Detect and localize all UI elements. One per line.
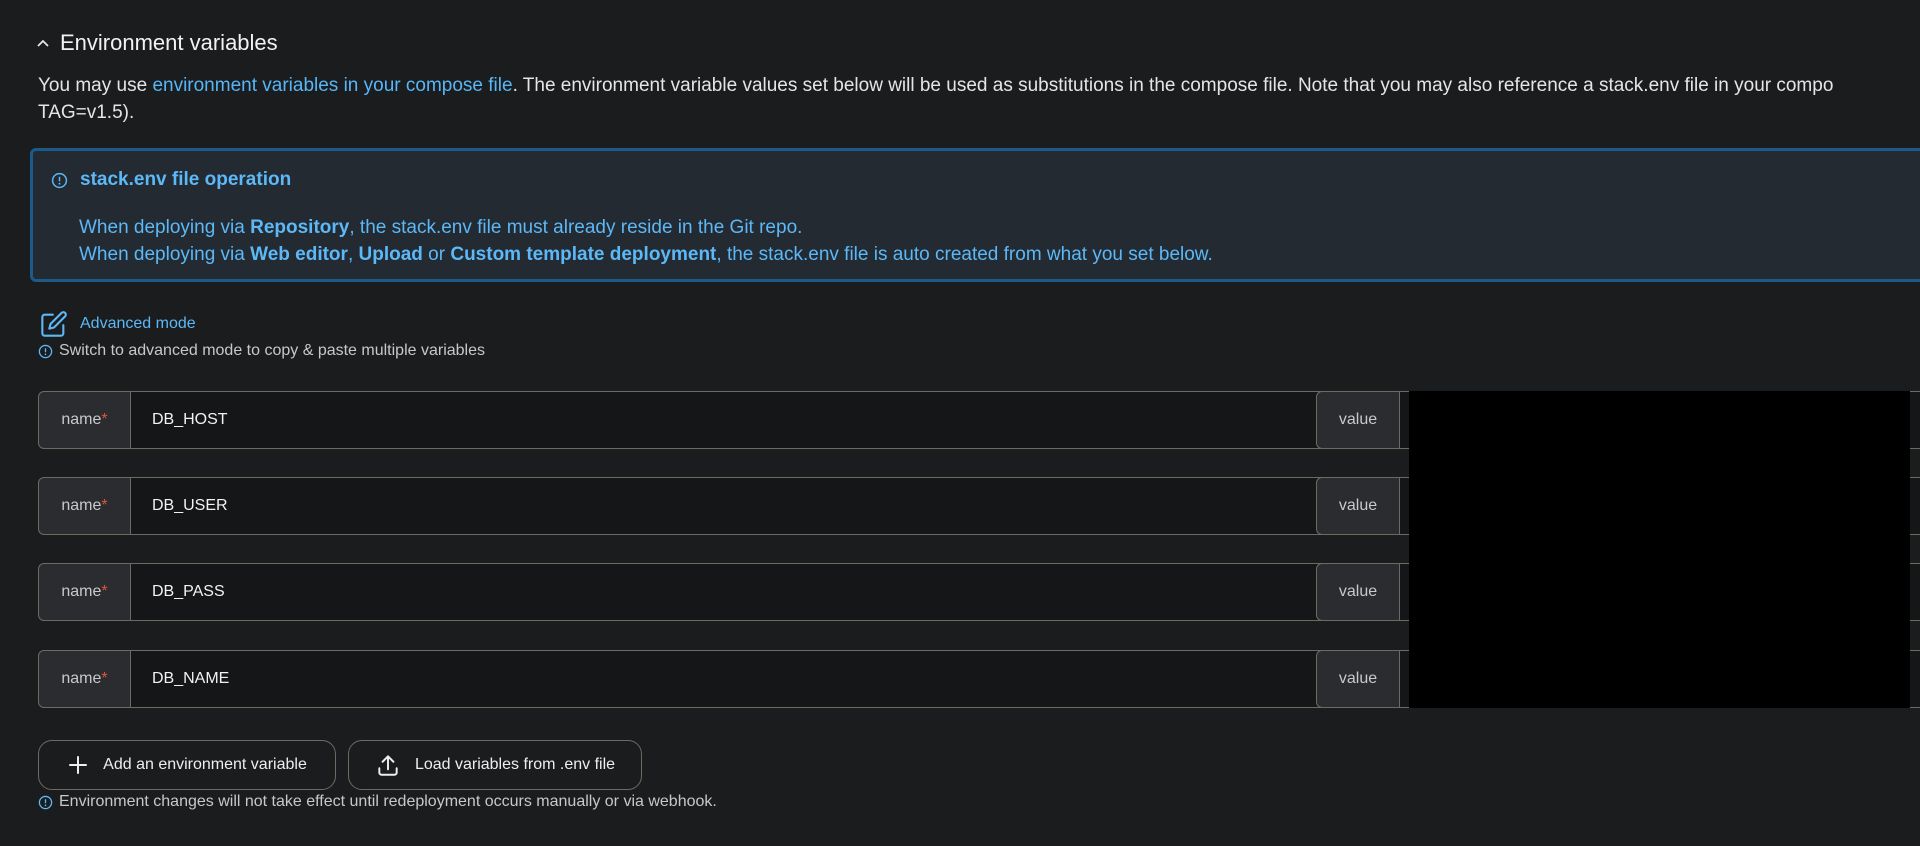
- value-addon: value: [1316, 650, 1400, 708]
- value-addon: value: [1316, 563, 1400, 621]
- advanced-mode-label: Advanced mode: [80, 315, 196, 332]
- env-name-input[interactable]: [130, 391, 1343, 449]
- section-header-environment-variables[interactable]: Environment variables: [36, 30, 278, 56]
- add-env-variable-button[interactable]: Add an environment variable: [38, 740, 336, 790]
- info-box-line-1: When deploying via Repository, the stack…: [79, 217, 803, 238]
- env-name-input[interactable]: [130, 477, 1343, 535]
- redacted-values-block: [1409, 391, 1910, 708]
- name-addon: name *: [38, 391, 131, 449]
- chevron-up-icon: [37, 39, 49, 47]
- stack-env-info-box: stack.env file operation When deploying …: [30, 148, 1920, 282]
- section-description: You may use environment variables in you…: [38, 75, 1834, 123]
- value-addon: value: [1316, 391, 1400, 449]
- env-name-input[interactable]: [130, 650, 1343, 708]
- advanced-mode-hint: Switch to advanced mode to copy & paste …: [38, 342, 485, 360]
- info-icon: [38, 795, 53, 809]
- info-icon: [38, 344, 53, 358]
- value-addon: value: [1316, 477, 1400, 535]
- info-box-title: stack.env file operation: [80, 169, 292, 190]
- info-box-line-2: When deploying via Web editor, Upload or…: [79, 244, 1213, 265]
- section-title: Environment variables: [60, 30, 278, 55]
- compose-env-vars-link[interactable]: environment variables in your compose fi…: [152, 75, 512, 96]
- load-env-file-button[interactable]: Load variables from .env file: [348, 740, 642, 790]
- redeployment-hint: Environment changes will not take effect…: [38, 793, 717, 811]
- upload-icon: [378, 755, 398, 776]
- env-name-input[interactable]: [130, 563, 1343, 621]
- name-addon: name *: [38, 477, 131, 535]
- edit-icon: [41, 311, 67, 337]
- advanced-mode-toggle[interactable]: Advanced mode: [40, 310, 196, 338]
- plus-icon: [69, 756, 88, 774]
- name-addon: name *: [38, 650, 131, 708]
- info-icon: [51, 172, 68, 188]
- name-addon: name *: [38, 563, 131, 621]
